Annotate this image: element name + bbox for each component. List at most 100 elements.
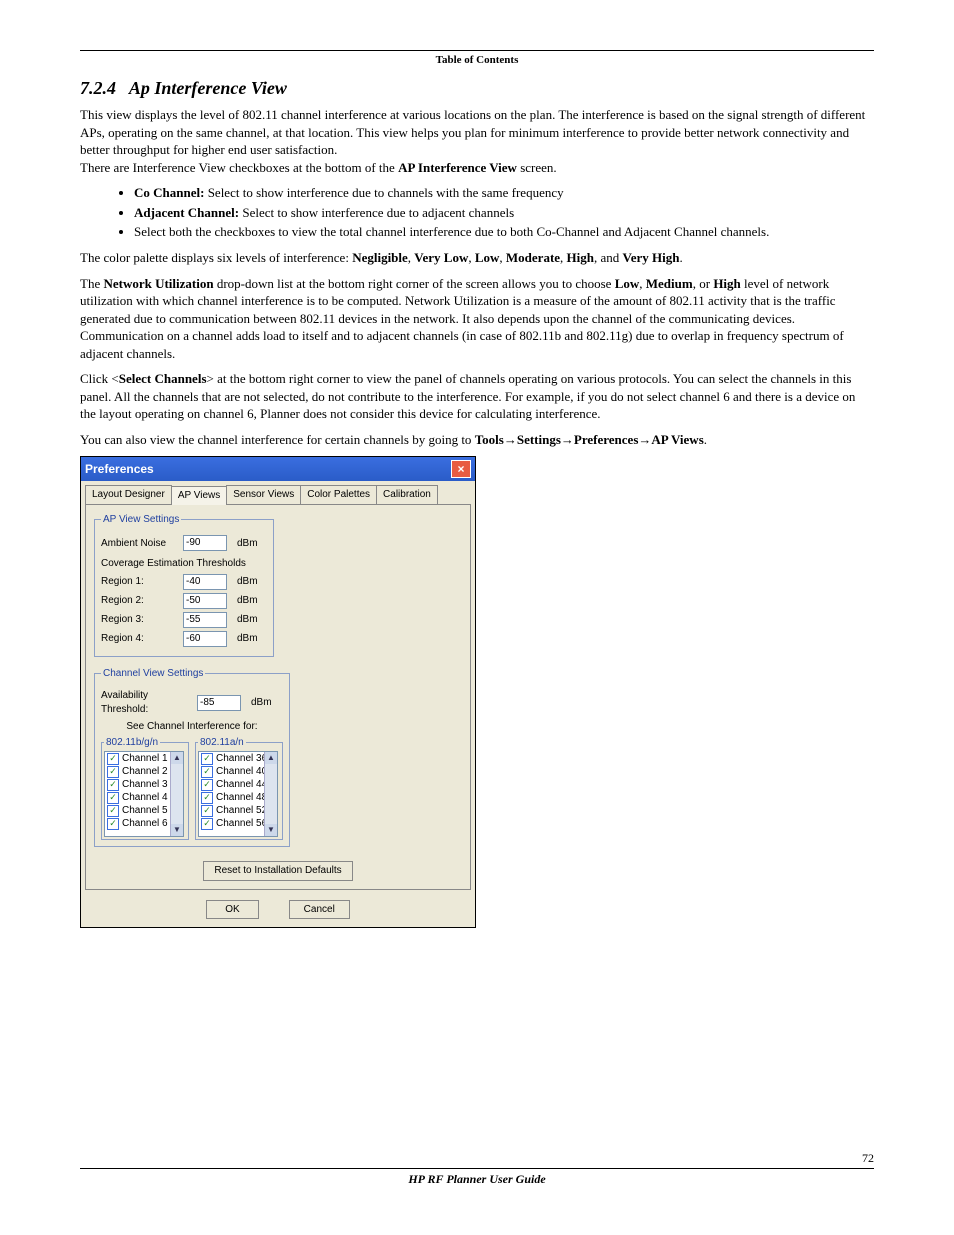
scroll-down-icon[interactable]: ▼ bbox=[265, 824, 277, 836]
checkbox-icon[interactable]: ✓ bbox=[107, 792, 119, 804]
checkbox-icon[interactable]: ✓ bbox=[201, 805, 213, 817]
b2-bold: Adjacent Channel: bbox=[134, 205, 239, 220]
p2lo: Low bbox=[475, 250, 500, 265]
bullet-list: Co Channel: Select to show interference … bbox=[134, 184, 874, 241]
tab-row: Layout Designer AP Views Sensor Views Co… bbox=[81, 481, 475, 504]
checkbox-icon[interactable]: ✓ bbox=[107, 818, 119, 830]
p5t: Tools bbox=[475, 432, 504, 447]
ch36: Channel 36 bbox=[216, 752, 267, 765]
scroll-up-icon[interactable]: ▲ bbox=[265, 752, 277, 764]
dbm1: dBm bbox=[237, 575, 258, 589]
p3lo: Low bbox=[615, 276, 640, 291]
p3hi: High bbox=[713, 276, 740, 291]
ch52: Channel 52 bbox=[216, 804, 267, 817]
r4-label: Region 4: bbox=[101, 632, 179, 646]
b1-bold: Co Channel: bbox=[134, 185, 204, 200]
r2-input[interactable]: -50 bbox=[183, 593, 227, 609]
reset-button[interactable]: Reset to Installation Defaults bbox=[203, 861, 352, 881]
p3b: drop-down list at the bottom right corne… bbox=[214, 276, 615, 291]
section-heading: 7.2.4 Ap Interference View bbox=[80, 76, 874, 100]
tab-sensor-views[interactable]: Sensor Views bbox=[226, 485, 301, 504]
ap-view-settings-group: AP View Settings Ambient Noise -90 dBm C… bbox=[94, 513, 274, 657]
checkbox-icon[interactable]: ✓ bbox=[201, 779, 213, 791]
r1-input[interactable]: -40 bbox=[183, 574, 227, 590]
an-group: 802.11a/n ✓Channel 36 ✓Channel 40 ✓Chann… bbox=[195, 736, 283, 841]
tab-layout-designer[interactable]: Layout Designer bbox=[85, 485, 172, 504]
dbm-unit: dBm bbox=[237, 537, 258, 551]
p1ba: There are Interference View checkboxes a… bbox=[80, 160, 398, 175]
ch3: Channel 3 bbox=[122, 778, 168, 791]
ambient-input[interactable]: -90 bbox=[183, 535, 227, 551]
r3-input[interactable]: -55 bbox=[183, 612, 227, 628]
close-icon[interactable]: × bbox=[451, 460, 471, 478]
cancel-button[interactable]: Cancel bbox=[289, 900, 350, 920]
scrollbar[interactable]: ▲▼ bbox=[264, 752, 277, 836]
ch48: Channel 48 bbox=[216, 791, 267, 804]
avail-input[interactable]: -85 bbox=[197, 695, 241, 711]
ap-view-legend: AP View Settings bbox=[101, 513, 181, 527]
section-title-text: Ap Interference View bbox=[129, 78, 287, 98]
tab-color-palettes[interactable]: Color Palettes bbox=[300, 485, 377, 504]
scroll-down-icon[interactable]: ▼ bbox=[171, 824, 183, 836]
ch40: Channel 40 bbox=[216, 765, 267, 778]
paragraph-intro: This view displays the level of 802.11 c… bbox=[80, 106, 874, 176]
scroll-up-icon[interactable]: ▲ bbox=[171, 752, 183, 764]
p5s: Settings bbox=[517, 432, 561, 447]
checkbox-icon[interactable]: ✓ bbox=[201, 792, 213, 804]
preferences-dialog: Preferences × Layout Designer AP Views S… bbox=[80, 456, 476, 928]
header-text: Table of Contents bbox=[80, 53, 874, 68]
b2-rest: Select to show interference due to adjac… bbox=[239, 205, 514, 220]
checkbox-icon[interactable]: ✓ bbox=[107, 766, 119, 778]
checkbox-icon[interactable]: ✓ bbox=[201, 818, 213, 830]
an-list[interactable]: ✓Channel 36 ✓Channel 40 ✓Channel 44 ✓Cha… bbox=[198, 751, 278, 837]
ch44: Channel 44 bbox=[216, 778, 267, 791]
r2-label: Region 2: bbox=[101, 594, 179, 608]
paragraph-path: You can also view the channel interferen… bbox=[80, 431, 874, 449]
dbm-avail: dBm bbox=[251, 696, 272, 710]
tab-calibration[interactable]: Calibration bbox=[376, 485, 438, 504]
p4sc: Select Channels bbox=[119, 371, 207, 386]
page-number: 72 bbox=[80, 1150, 874, 1166]
checkbox-icon[interactable]: ✓ bbox=[201, 753, 213, 765]
tab-ap-views[interactable]: AP Views bbox=[171, 486, 227, 505]
footer-text: HP RF Planner User Guide bbox=[80, 1171, 874, 1187]
p4a: Click < bbox=[80, 371, 119, 386]
dbm3: dBm bbox=[237, 613, 258, 627]
bgn-list[interactable]: ✓Channel 1 ✓Channel 2 ✓Channel 3 ✓Channe… bbox=[104, 751, 184, 837]
p1-bold: AP Interference View bbox=[398, 160, 517, 175]
bgn-legend: 802.11b/g/n bbox=[104, 736, 160, 750]
bullet-both: Select both the checkboxes to view the t… bbox=[134, 223, 874, 241]
p3a: The bbox=[80, 276, 103, 291]
r4-input[interactable]: -60 bbox=[183, 631, 227, 647]
p5ap: AP Views bbox=[651, 432, 703, 447]
ok-button[interactable]: OK bbox=[206, 900, 258, 920]
p3or: , or bbox=[693, 276, 714, 291]
section-number: 7.2.4 bbox=[80, 78, 116, 98]
p5a: You can also view the channel interferen… bbox=[80, 432, 475, 447]
checkbox-icon[interactable]: ✓ bbox=[107, 805, 119, 817]
p5p: Preferences bbox=[574, 432, 638, 447]
dbm2: dBm bbox=[237, 594, 258, 608]
channel-view-settings-group: Channel View Settings Availability Thres… bbox=[94, 667, 290, 848]
ch56: Channel 56 bbox=[216, 817, 267, 830]
checkbox-icon[interactable]: ✓ bbox=[107, 779, 119, 791]
paragraph-palette: The color palette displays six levels of… bbox=[80, 249, 874, 267]
p1bc: screen. bbox=[517, 160, 557, 175]
checkbox-icon[interactable]: ✓ bbox=[201, 766, 213, 778]
an-legend: 802.11a/n bbox=[198, 736, 246, 750]
ch6: Channel 6 bbox=[122, 817, 168, 830]
p2hi: High bbox=[567, 250, 594, 265]
b1-rest: Select to show interference due to chann… bbox=[204, 185, 563, 200]
checkbox-icon[interactable]: ✓ bbox=[107, 753, 119, 765]
dialog-title: Preferences bbox=[85, 461, 154, 477]
bullet-co-channel: Co Channel: Select to show interference … bbox=[134, 184, 874, 202]
p3nu: Network Utilization bbox=[103, 276, 213, 291]
p2a: The color palette displays six levels of… bbox=[80, 250, 352, 265]
coverage-head: Coverage Estimation Thresholds bbox=[101, 557, 267, 571]
scrollbar[interactable]: ▲▼ bbox=[170, 752, 183, 836]
r3-label: Region 3: bbox=[101, 613, 179, 627]
p2mo: Moderate bbox=[506, 250, 560, 265]
footer-rule bbox=[80, 1168, 874, 1169]
see-label: See Channel Interference for: bbox=[101, 720, 283, 734]
page-footer: 72 HP RF Planner User Guide bbox=[80, 1150, 874, 1187]
